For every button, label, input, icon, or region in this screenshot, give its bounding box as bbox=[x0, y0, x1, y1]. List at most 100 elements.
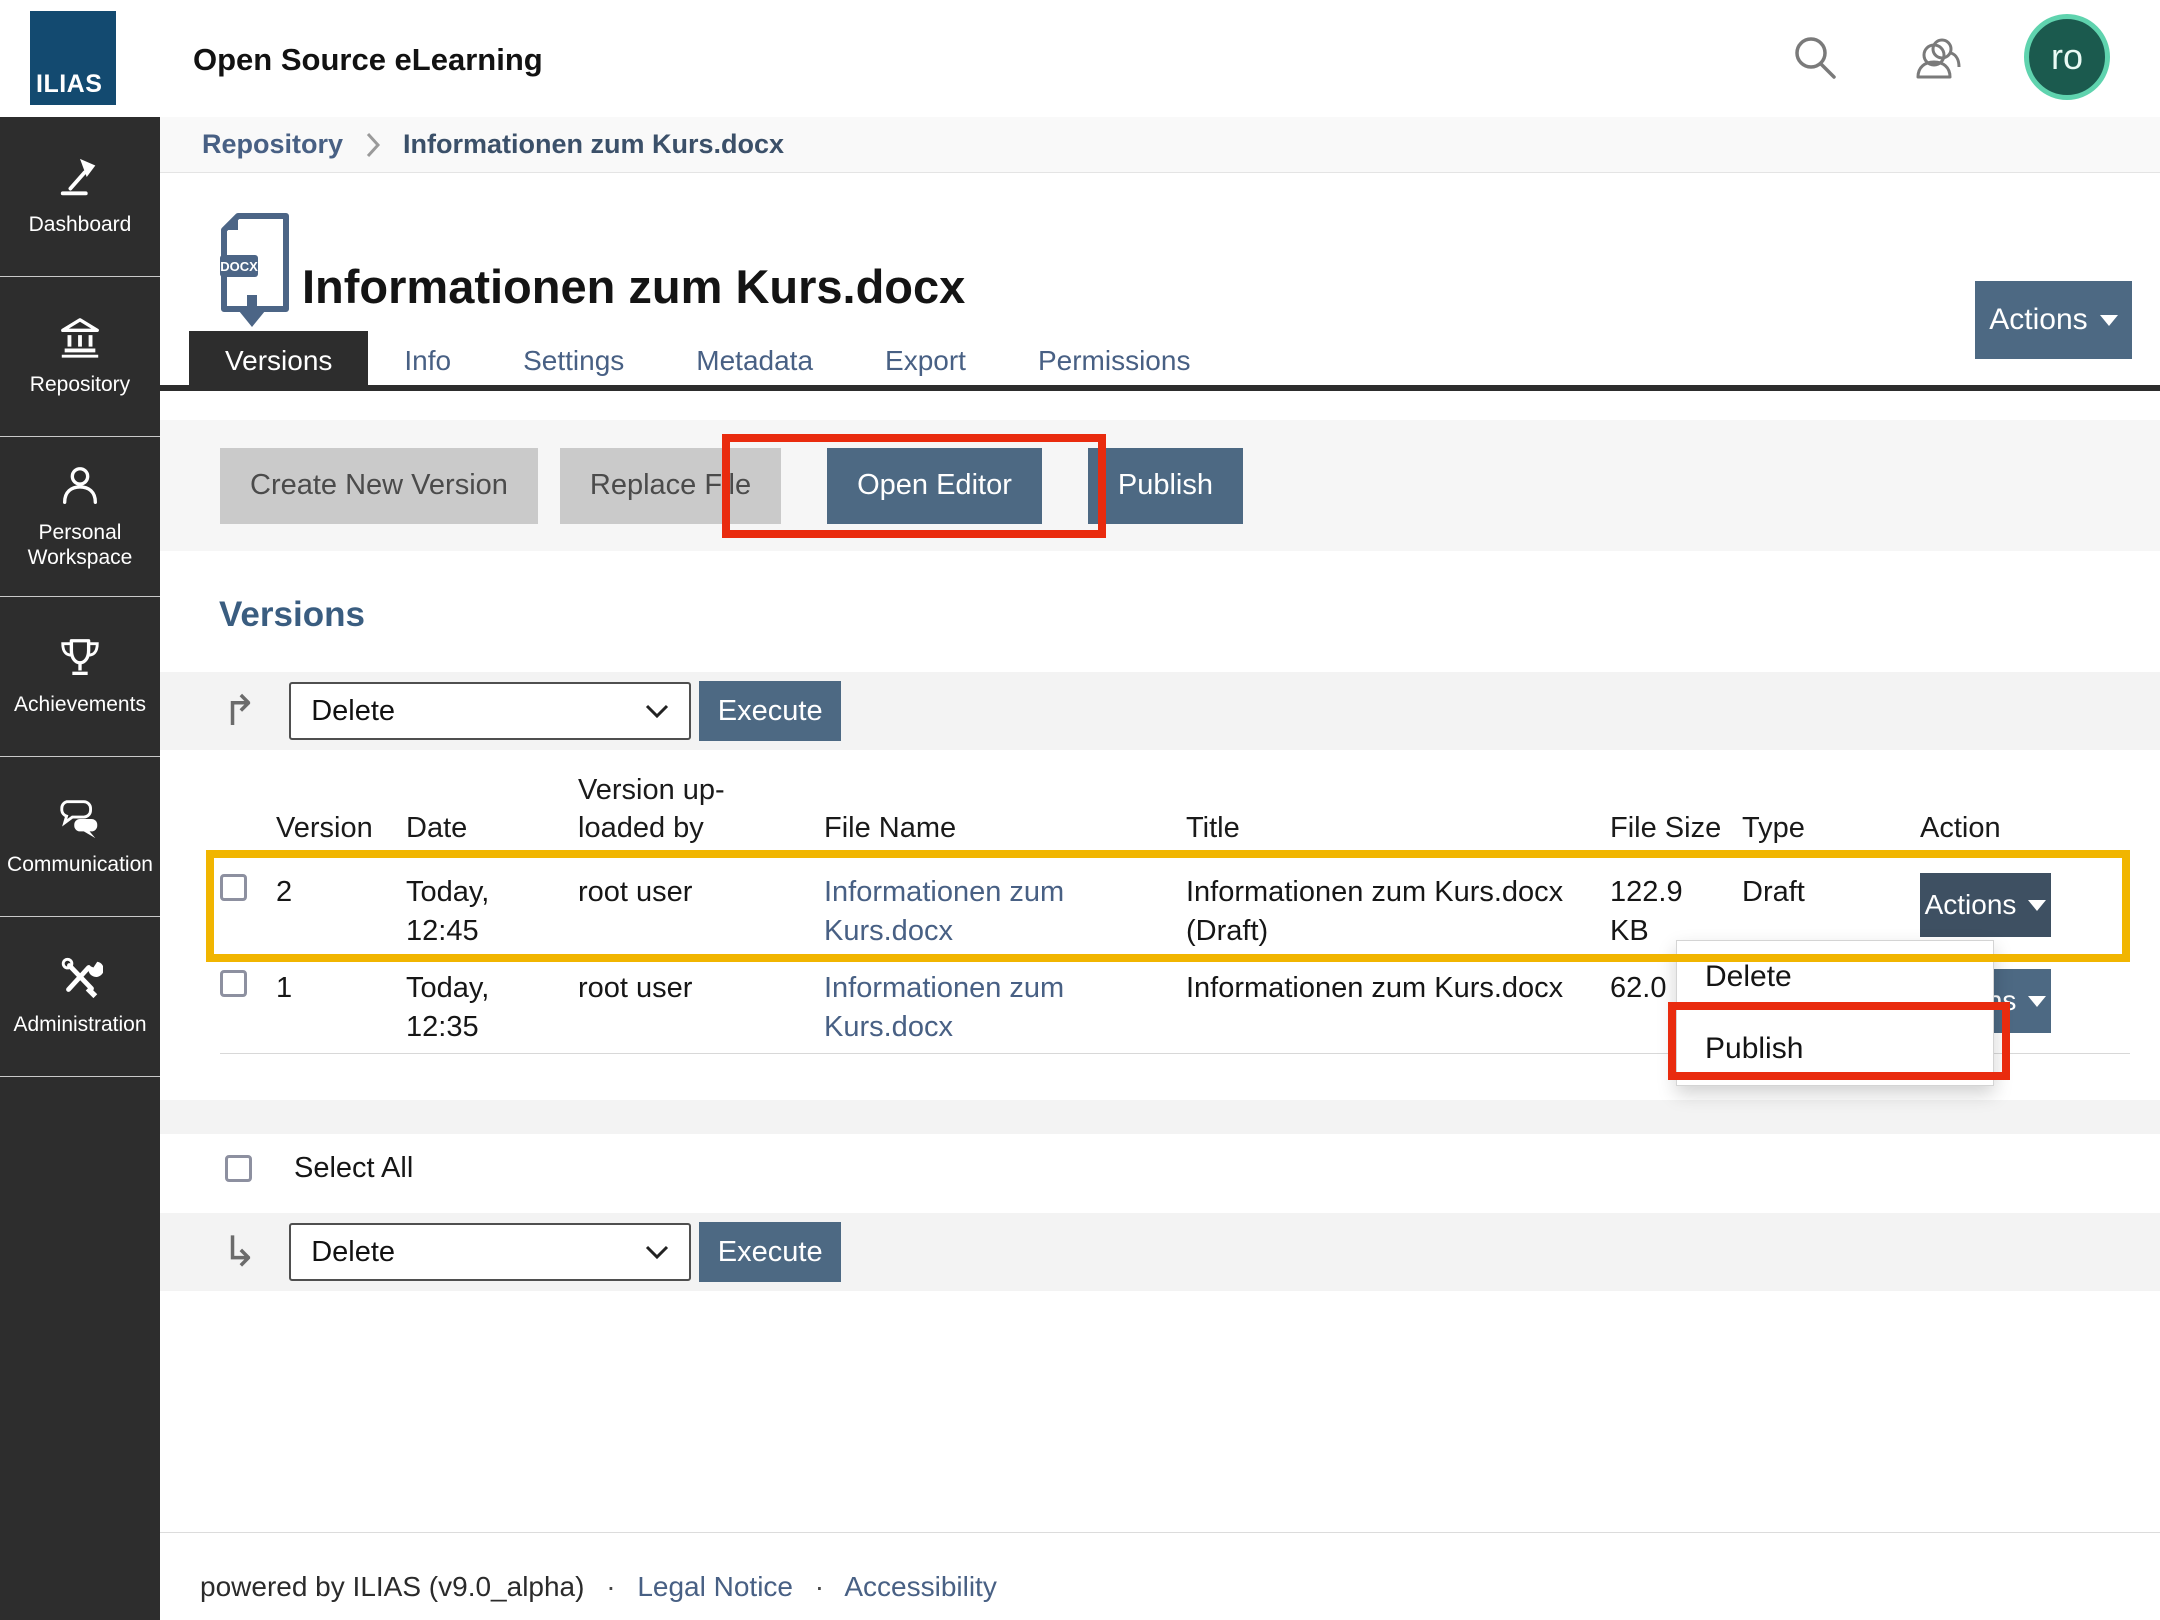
sidebar-item-label: Achievements bbox=[10, 693, 150, 717]
select-all-label: Select All bbox=[294, 1152, 413, 1185]
accessibility-link[interactable]: Accessibility bbox=[844, 1571, 996, 1602]
col-date: Date bbox=[406, 810, 578, 864]
apply-up-arrow-icon: ↱ bbox=[222, 690, 257, 732]
bulk-action-toolbar-top: ↱ Delete Execute bbox=[160, 672, 2160, 750]
trophy-icon bbox=[57, 635, 103, 681]
title-cell: Informationen zum Kurs.docx (Draft) bbox=[1186, 862, 1610, 951]
sidebar-item-label: Dashboard bbox=[25, 213, 136, 237]
col-checkbox bbox=[220, 847, 276, 863]
create-new-version-button[interactable]: Create New Version bbox=[220, 448, 538, 524]
sidebar-item-label: Repository bbox=[26, 373, 134, 397]
repository-bank-icon bbox=[57, 315, 103, 361]
who-is-online-icon[interactable] bbox=[1912, 33, 1964, 85]
sidebar-item-label: Personal Workspace bbox=[0, 521, 160, 569]
type-cell: Draft bbox=[1742, 862, 1920, 912]
title-section: DOCX Informationen zum Kurs.docx Actions bbox=[160, 173, 2160, 331]
col-type: Type bbox=[1742, 810, 1920, 864]
col-file-name: File Name bbox=[824, 810, 1186, 864]
version-cell: 2 bbox=[276, 862, 406, 912]
person-icon bbox=[57, 463, 103, 509]
apply-down-arrow-icon: ↳ bbox=[222, 1231, 257, 1273]
sidebar-item-label: Communication bbox=[3, 853, 157, 877]
file-name-link[interactable]: Informationen zum Kurs.docx bbox=[824, 876, 1064, 947]
footer-separator: · bbox=[606, 1571, 615, 1602]
versions-heading: Versions bbox=[219, 595, 365, 635]
replace-file-button[interactable]: Replace File bbox=[560, 448, 781, 524]
chat-bubbles-icon bbox=[57, 795, 103, 841]
tools-icon bbox=[57, 955, 103, 1001]
sidebar-item-personal-workspace[interactable]: Personal Workspace bbox=[0, 437, 160, 597]
bulk-action-select-bottom[interactable]: Delete bbox=[289, 1223, 691, 1281]
tab-versions[interactable]: Versions bbox=[189, 331, 368, 391]
breadcrumb: Repository Informationen zum Kurs.docx bbox=[160, 117, 2160, 173]
table-header-row: Version Date Version up-loaded by File N… bbox=[220, 772, 2130, 862]
powered-by-text: powered by ILIAS (v9.0_alpha) bbox=[200, 1571, 584, 1602]
chevron-down-icon bbox=[645, 1245, 669, 1259]
caret-down-icon bbox=[2028, 900, 2046, 911]
uploaded-by-cell: root user bbox=[578, 958, 824, 1008]
tab-bar: Versions Info Settings Metadata Export P… bbox=[160, 331, 2160, 391]
page-footer: powered by ILIAS (v9.0_alpha) · Legal No… bbox=[160, 1532, 2160, 1603]
uploaded-by-cell: root user bbox=[578, 862, 824, 912]
row-actions-dropdown-menu: Delete Publish bbox=[1676, 940, 1994, 1086]
chevron-down-icon bbox=[645, 704, 669, 718]
tab-underline bbox=[160, 385, 2160, 391]
sidebar-item-achievements[interactable]: Achievements bbox=[0, 597, 160, 757]
caret-down-icon bbox=[2100, 315, 2118, 326]
breadcrumb-chevron-icon bbox=[365, 131, 381, 159]
col-version: Version bbox=[276, 810, 406, 864]
sidebar-item-label: Administration bbox=[9, 1013, 150, 1037]
title-cell: Informationen zum Kurs.docx bbox=[1186, 958, 1610, 1008]
tab-info[interactable]: Info bbox=[368, 331, 487, 391]
publish-button[interactable]: Publish bbox=[1088, 448, 1243, 524]
page-title: Informationen zum Kurs.docx bbox=[302, 259, 965, 314]
select-all-checkbox[interactable] bbox=[225, 1155, 252, 1182]
date-cell: Today, 12:45 bbox=[406, 862, 578, 951]
bulk-action-value: Delete bbox=[311, 1236, 395, 1269]
date-cell: Today, 12:35 bbox=[406, 958, 578, 1047]
file-size-cell: 122.9 KB bbox=[1610, 862, 1742, 951]
file-name-link[interactable]: Informationen zum Kurs.docx bbox=[824, 972, 1064, 1043]
tab-export[interactable]: Export bbox=[849, 331, 1002, 391]
col-action: Action bbox=[1920, 810, 2130, 864]
docx-label: DOCX bbox=[220, 259, 258, 274]
tab-settings[interactable]: Settings bbox=[487, 331, 660, 391]
col-uploaded-by: Version up-loaded by bbox=[578, 772, 824, 863]
top-header: ILIAS Open Source eLearning ro bbox=[0, 0, 2160, 117]
tab-permissions[interactable]: Permissions bbox=[1002, 331, 1226, 391]
breadcrumb-repository-link[interactable]: Repository bbox=[202, 129, 343, 160]
caret-down-icon bbox=[2028, 996, 2046, 1007]
breadcrumb-current: Informationen zum Kurs.docx bbox=[403, 129, 784, 160]
row-actions-button[interactable]: Actions bbox=[1920, 873, 2051, 937]
sidebar-item-repository[interactable]: Repository bbox=[0, 277, 160, 437]
sidebar-item-administration[interactable]: Administration bbox=[0, 917, 160, 1077]
version-cell: 1 bbox=[276, 958, 406, 1008]
open-editor-button[interactable]: Open Editor bbox=[827, 448, 1042, 524]
legal-notice-link[interactable]: Legal Notice bbox=[637, 1571, 793, 1602]
menu-item-publish[interactable]: Publish bbox=[1677, 1013, 1993, 1085]
footer-separator: · bbox=[815, 1571, 824, 1602]
execute-button-top[interactable]: Execute bbox=[699, 681, 841, 741]
ilias-logo-text: ILIAS bbox=[36, 70, 102, 99]
execute-button-bottom[interactable]: Execute bbox=[699, 1222, 841, 1282]
search-icon[interactable] bbox=[1790, 33, 1842, 85]
tab-metadata[interactable]: Metadata bbox=[660, 331, 849, 391]
col-title: Title bbox=[1186, 810, 1610, 864]
sidebar-item-communication[interactable]: Communication bbox=[0, 757, 160, 917]
select-all-row: Select All bbox=[225, 1152, 413, 1185]
bulk-action-toolbar-bottom: ↳ Delete Execute bbox=[160, 1213, 2160, 1291]
file-action-toolbar: Create New Version Replace File Open Edi… bbox=[160, 420, 2160, 551]
table-footer-strip bbox=[160, 1100, 2160, 1134]
user-avatar[interactable]: ro bbox=[2024, 14, 2110, 100]
docx-file-icon: DOCX bbox=[210, 211, 294, 333]
main-sidebar: Dashboard Repository Personal Workspace … bbox=[0, 117, 160, 1620]
col-file-size: File Size bbox=[1610, 810, 1742, 864]
avatar-initials: ro bbox=[2051, 36, 2083, 78]
ilias-logo[interactable]: ILIAS bbox=[30, 11, 116, 105]
app-title: Open Source eLearning bbox=[193, 42, 543, 78]
sidebar-item-dashboard[interactable]: Dashboard bbox=[0, 117, 160, 277]
bulk-action-select-top[interactable]: Delete bbox=[289, 682, 691, 740]
menu-item-delete[interactable]: Delete bbox=[1677, 941, 1993, 1013]
row-checkbox[interactable] bbox=[220, 874, 247, 901]
row-checkbox[interactable] bbox=[220, 970, 247, 997]
